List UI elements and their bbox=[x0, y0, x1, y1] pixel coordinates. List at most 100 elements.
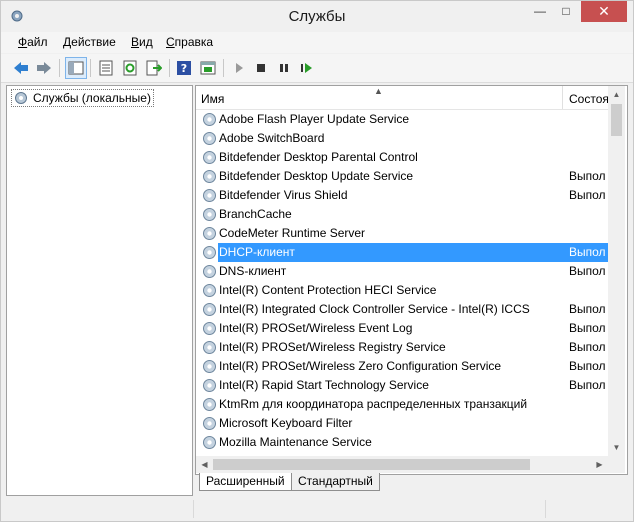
vertical-scroll-thumb[interactable] bbox=[611, 104, 622, 136]
service-gear-icon bbox=[203, 246, 216, 259]
service-status bbox=[562, 224, 608, 243]
services-gear-icon bbox=[15, 92, 27, 104]
view-tabs: Расширенный Стандартный bbox=[195, 473, 495, 493]
service-gear-icon bbox=[203, 379, 216, 392]
service-row[interactable]: Adobe Flash Player Update Service bbox=[196, 110, 608, 129]
menu-view[interactable]: Вид bbox=[131, 35, 153, 49]
service-row[interactable]: Intel(R) Content Protection HECI Service bbox=[196, 281, 608, 300]
service-status: Выпол bbox=[562, 243, 608, 262]
service-row[interactable]: BranchCache bbox=[196, 205, 608, 224]
service-status: Выпол bbox=[569, 359, 606, 373]
service-status: Выпол bbox=[569, 321, 606, 335]
service-row[interactable]: Bitdefender Desktop Update Service Выпол bbox=[196, 167, 608, 186]
export-button[interactable] bbox=[144, 58, 164, 78]
horizontal-scroll-thumb[interactable] bbox=[213, 459, 530, 470]
service-gear-icon bbox=[203, 265, 216, 278]
service-status bbox=[562, 433, 608, 452]
stop-service-button[interactable] bbox=[251, 58, 271, 78]
service-row[interactable]: DNS-клиент Выпол bbox=[196, 262, 608, 281]
scroll-left-icon[interactable]: ◀ bbox=[196, 456, 213, 473]
maximize-button[interactable]: □ bbox=[553, 1, 579, 22]
service-name: Intel(R) PROSet/Wireless Event Log bbox=[219, 321, 413, 335]
service-row[interactable]: Intel(R) Rapid Start Technology Service В… bbox=[196, 376, 608, 395]
service-status bbox=[562, 129, 608, 148]
service-name: Bitdefender Virus Shield bbox=[219, 188, 348, 202]
properties-button[interactable] bbox=[96, 58, 116, 78]
status-bar-divider bbox=[545, 500, 546, 518]
service-gear-icon bbox=[203, 303, 216, 316]
column-header-name[interactable]: Имя bbox=[201, 92, 224, 106]
restart-icon bbox=[301, 63, 312, 73]
help-icon: ? bbox=[177, 61, 191, 75]
service-status: Выпол bbox=[569, 340, 606, 354]
start-service-button[interactable] bbox=[229, 58, 249, 78]
minimize-button[interactable]: — bbox=[527, 1, 553, 22]
tab-standard[interactable]: Стандартный bbox=[291, 473, 380, 491]
service-name: DNS-клиент bbox=[219, 264, 287, 278]
service-gear-icon bbox=[203, 208, 216, 221]
service-gear-icon bbox=[203, 113, 216, 126]
list-header: Имя ▲ Состоя bbox=[196, 86, 609, 110]
service-gear-icon bbox=[203, 322, 216, 335]
help-button[interactable]: ? bbox=[174, 58, 194, 78]
service-gear-icon bbox=[203, 132, 216, 145]
service-status bbox=[562, 281, 608, 300]
service-row[interactable]: KtmRm для координатора распределенных тр… bbox=[196, 395, 608, 414]
service-name: Intel(R) Rapid Start Technology Service bbox=[219, 378, 429, 392]
service-gear-icon bbox=[203, 417, 216, 430]
status-bar-divider bbox=[193, 500, 194, 518]
column-header-status[interactable]: Состоя bbox=[569, 92, 609, 106]
refresh-button[interactable] bbox=[120, 58, 140, 78]
service-status bbox=[562, 414, 608, 433]
service-gear-icon bbox=[203, 151, 216, 164]
service-row[interactable]: Microsoft Keyboard Filter bbox=[196, 414, 608, 433]
service-name: Intel(R) PROSet/Wireless Registry Servic… bbox=[219, 340, 446, 354]
menu-help[interactable]: Справка bbox=[166, 35, 213, 49]
service-status bbox=[562, 395, 608, 414]
service-gear-icon bbox=[203, 189, 216, 202]
service-row[interactable]: Intel(R) PROSet/Wireless Event Log Выпол bbox=[196, 319, 608, 338]
list-rows: Adobe Flash Player Update Service Adobe S… bbox=[196, 110, 608, 452]
tree-item-label: Службы (локальные) bbox=[33, 91, 151, 105]
service-gear-icon bbox=[203, 398, 216, 411]
service-row[interactable]: Bitdefender Desktop Parental Control bbox=[196, 148, 608, 167]
restart-service-button[interactable] bbox=[297, 58, 317, 78]
close-button[interactable]: ✕ bbox=[581, 1, 627, 22]
play-icon bbox=[236, 63, 243, 73]
tab-extended[interactable]: Расширенный bbox=[199, 473, 292, 491]
scroll-right-icon[interactable]: ▶ bbox=[591, 456, 608, 473]
service-row[interactable]: DHCP-клиент Выпол bbox=[196, 243, 608, 262]
menu-file[interactable]: Файл bbox=[18, 35, 48, 49]
service-row[interactable]: Adobe SwitchBoard bbox=[196, 129, 608, 148]
console-button[interactable] bbox=[198, 58, 218, 78]
export-icon bbox=[146, 60, 162, 76]
back-button[interactable] bbox=[11, 58, 31, 78]
forward-button[interactable] bbox=[34, 58, 54, 78]
pause-service-button[interactable] bbox=[274, 58, 294, 78]
service-row[interactable]: Intel(R) Integrated Clock Controller Ser… bbox=[196, 300, 608, 319]
service-status bbox=[562, 110, 608, 129]
service-row[interactable]: Intel(R) PROSet/Wireless Zero Configurat… bbox=[196, 357, 608, 376]
scroll-down-icon[interactable]: ▼ bbox=[608, 439, 625, 456]
toolbar: ? bbox=[1, 54, 633, 83]
service-name: Mozilla Maintenance Service bbox=[219, 435, 372, 449]
service-row[interactable]: Bitdefender Virus Shield Выпол bbox=[196, 186, 608, 205]
refresh-icon bbox=[123, 60, 137, 76]
service-gear-icon bbox=[203, 284, 216, 297]
service-gear-icon bbox=[203, 341, 216, 354]
menu-bar: Файл Действие Вид Справка bbox=[1, 32, 633, 53]
menu-action[interactable]: Действие bbox=[63, 35, 116, 49]
show-tree-button[interactable] bbox=[65, 57, 87, 79]
scroll-up-icon[interactable]: ▲ bbox=[608, 86, 625, 103]
service-name: CodeMeter Runtime Server bbox=[219, 226, 366, 240]
title-bar[interactable]: Службы — □ ✕ bbox=[1, 1, 633, 31]
service-row[interactable]: Mozilla Maintenance Service bbox=[196, 433, 608, 452]
horizontal-scrollbar[interactable]: ◀ ▶ bbox=[196, 456, 608, 473]
service-name: Intel(R) Integrated Clock Controller Ser… bbox=[219, 302, 530, 316]
vertical-scrollbar[interactable]: ▲ ▼ bbox=[608, 86, 625, 456]
console-icon bbox=[200, 61, 216, 75]
tree-item-local-services[interactable]: Службы (локальные) bbox=[11, 89, 154, 107]
service-name: Bitdefender Desktop Update Service bbox=[219, 169, 414, 183]
service-row[interactable]: CodeMeter Runtime Server bbox=[196, 224, 608, 243]
service-row[interactable]: Intel(R) PROSet/Wireless Registry Servic… bbox=[196, 338, 608, 357]
